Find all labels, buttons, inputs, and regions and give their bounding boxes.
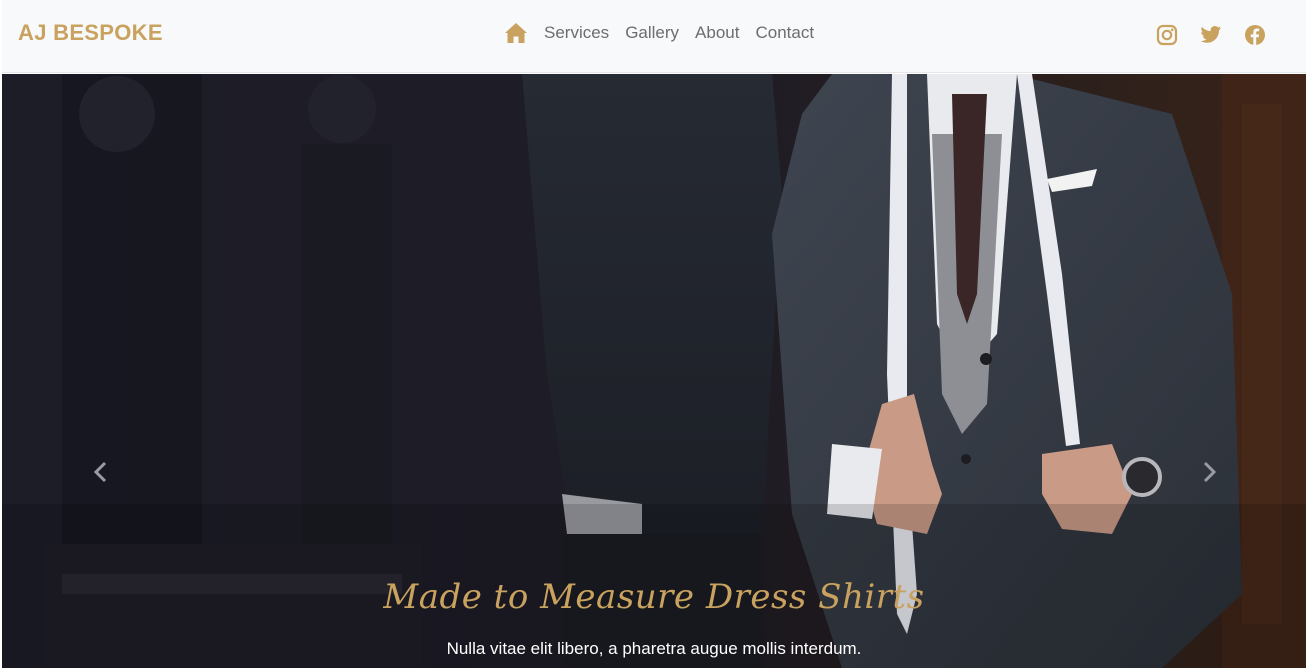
main-nav: Services Gallery About Contact	[504, 22, 830, 44]
chevron-right-icon[interactable]	[1194, 457, 1224, 487]
home-icon[interactable]	[504, 22, 528, 44]
chevron-left-icon[interactable]	[86, 457, 116, 487]
social-links	[1156, 24, 1266, 46]
nav-link-services[interactable]: Services	[544, 23, 609, 43]
facebook-icon[interactable]	[1244, 24, 1266, 46]
navbar: AJ BESPOKE Services Gallery About Contac…	[2, 0, 1306, 73]
twitter-icon[interactable]	[1200, 25, 1222, 45]
nav-link-gallery[interactable]: Gallery	[625, 23, 679, 43]
nav-link-about[interactable]: About	[695, 23, 739, 43]
nav-link-contact[interactable]: Contact	[755, 23, 814, 43]
hero-title: Made to Measure Dress Shirts	[383, 577, 925, 617]
hero-subtitle: Nulla vitae elit libero, a pharetra augu…	[446, 639, 862, 658]
brand-logo[interactable]: AJ BESPOKE	[18, 20, 163, 46]
instagram-icon[interactable]	[1156, 24, 1178, 46]
